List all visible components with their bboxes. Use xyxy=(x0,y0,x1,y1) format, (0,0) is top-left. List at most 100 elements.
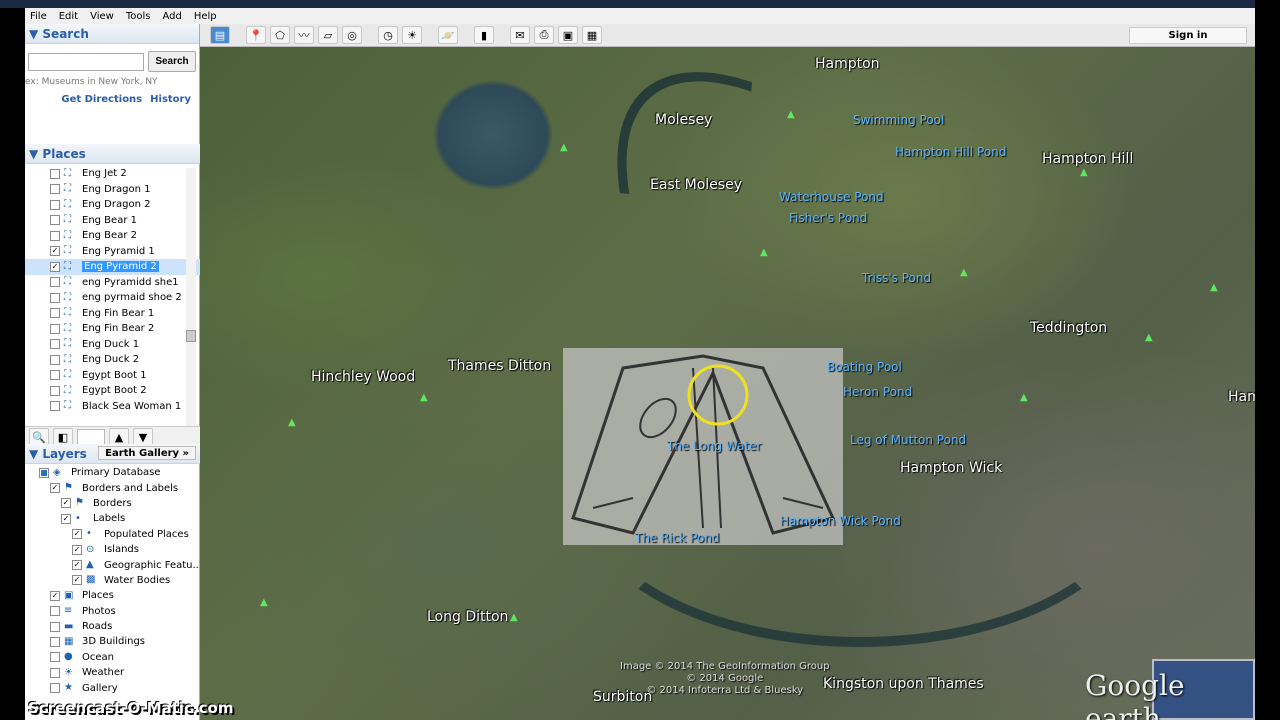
checkbox[interactable] xyxy=(50,636,60,647)
menu-add[interactable]: Add xyxy=(162,11,181,22)
park-icon[interactable]: ▲ xyxy=(1210,282,1218,293)
layer-item[interactable]: ✓ ⚑ Borders and Labels xyxy=(25,480,200,495)
water-label[interactable]: Leg of Mutton Pond xyxy=(850,433,966,447)
checkbox[interactable]: ✓ xyxy=(50,483,60,494)
search-panel-header[interactable]: ▼ Search xyxy=(25,24,199,44)
town-label[interactable]: Thames Ditton xyxy=(448,358,551,374)
park-icon[interactable]: ▲ xyxy=(787,109,795,120)
place-item[interactable]: ⛶ Eng Bear 1 xyxy=(25,213,200,229)
places-scrollbar-thumb[interactable] xyxy=(186,330,196,342)
layer-item[interactable]: ≡ Photos xyxy=(25,604,200,619)
layer-item[interactable]: ● Ocean xyxy=(25,650,200,665)
checkbox[interactable]: ✓ xyxy=(50,590,60,601)
layer-item[interactable]: ✓ • Labels xyxy=(25,511,200,526)
park-icon[interactable]: ▲ xyxy=(420,392,428,403)
checkbox[interactable] xyxy=(50,184,60,195)
place-item[interactable]: ⛶ Eng Duck 2 xyxy=(25,352,200,368)
place-item[interactable]: ⛶ Eng Dragon 2 xyxy=(25,197,200,213)
park-icon[interactable]: ▲ xyxy=(1145,332,1153,343)
park-icon[interactable]: ▲ xyxy=(1080,167,1088,178)
print-icon[interactable]: ⎙ xyxy=(534,26,554,44)
layer-item[interactable]: ▦ 3D Buildings xyxy=(25,634,200,649)
checkbox[interactable] xyxy=(50,606,60,617)
water-label[interactable]: Hampton Hill Pond xyxy=(895,145,1006,159)
town-label[interactable]: Kingston upon Thames xyxy=(823,676,984,692)
map-view[interactable]: Hampton Molesey East Molesey Hampton Hill Te… xyxy=(200,47,1255,720)
checkbox[interactable] xyxy=(50,215,60,226)
history-link[interactable]: History xyxy=(150,94,191,105)
layer-item[interactable]: ✓ ⚑ Borders xyxy=(25,496,200,511)
place-item[interactable]: ⛶ Eng Dragon 1 xyxy=(25,182,200,198)
layer-item[interactable]: ▬ Roads xyxy=(25,619,200,634)
park-icon[interactable]: ▲ xyxy=(560,142,568,153)
menu-edit[interactable]: Edit xyxy=(59,11,78,22)
checkbox[interactable]: ✓ xyxy=(50,261,60,272)
layer-item[interactable]: ✓ ⊙ Islands xyxy=(25,542,200,557)
search-button[interactable]: Search xyxy=(148,51,196,72)
water-label[interactable]: Boating Pool xyxy=(827,360,902,374)
layer-item[interactable]: ✓ ▣ Places xyxy=(25,588,200,603)
sign-in-button[interactable]: Sign in xyxy=(1129,27,1247,44)
water-label[interactable]: Heron Pond xyxy=(843,385,912,399)
checkbox[interactable] xyxy=(50,667,60,678)
park-icon[interactable]: ▲ xyxy=(288,417,296,428)
checkbox[interactable] xyxy=(50,308,60,319)
sunlight-icon[interactable]: ☀ xyxy=(402,26,422,44)
place-item[interactable]: ✓ ⛶ Eng Pyramid 1 xyxy=(25,244,200,260)
park-icon[interactable]: ▲ xyxy=(510,612,518,623)
place-item[interactable]: ⛶ Eng Fin Bear 1 xyxy=(25,306,200,322)
layer-item[interactable]: ✓ • Populated Places xyxy=(25,527,200,542)
checkbox[interactable]: ✓ xyxy=(61,513,71,524)
checkbox[interactable]: ✓ xyxy=(72,544,82,555)
place-item[interactable]: ⛶ eng Pyramidd she1 xyxy=(25,275,200,291)
park-icon[interactable]: ▲ xyxy=(960,267,968,278)
checkbox[interactable] xyxy=(50,277,60,288)
menu-help[interactable]: Help xyxy=(194,11,217,22)
sidebar-icon[interactable]: ▤ xyxy=(210,26,230,44)
placemark-icon[interactable]: 📍 xyxy=(246,26,266,44)
historical-imagery-icon[interactable]: ◷ xyxy=(378,26,398,44)
layer-item[interactable]: ☀ Weather xyxy=(25,665,200,680)
email-icon[interactable]: ✉ xyxy=(510,26,530,44)
town-label[interactable]: Ham xyxy=(1228,389,1255,405)
town-label[interactable]: Long Ditton xyxy=(427,609,508,625)
town-label[interactable]: Teddington xyxy=(1030,320,1107,336)
tour-icon[interactable]: ◎ xyxy=(342,26,362,44)
checkbox[interactable] xyxy=(50,292,60,303)
planets-icon[interactable]: 🪐 xyxy=(438,26,458,44)
town-label[interactable]: Hampton Wick xyxy=(900,460,1002,476)
place-item[interactable]: ⛶ Egypt Boot 1 xyxy=(25,368,200,384)
checkbox[interactable]: ✓ xyxy=(72,529,82,540)
layer-item[interactable]: ✓ ▲ Geographic Featu... xyxy=(25,557,202,572)
checkbox[interactable] xyxy=(39,467,49,478)
checkbox[interactable]: ✓ xyxy=(72,560,82,571)
checkbox[interactable] xyxy=(50,199,60,210)
place-item[interactable]: ⛶ Black Sea Woman 1 xyxy=(25,399,200,415)
town-label[interactable]: Hampton Hill xyxy=(1042,151,1133,167)
checkbox[interactable] xyxy=(50,230,60,241)
town-label[interactable]: Hampton xyxy=(815,56,880,72)
place-item[interactable]: ⛶ Eng Duck 1 xyxy=(25,337,200,353)
checkbox[interactable]: ✓ xyxy=(61,498,71,509)
water-label[interactable]: Waterhouse Pond xyxy=(779,190,884,204)
place-item[interactable]: ⛶ Egypt Boot 2 xyxy=(25,383,200,399)
park-icon[interactable]: ▲ xyxy=(1020,392,1028,403)
place-item[interactable]: ✓ ⛶ Eng Pyramid 2 xyxy=(25,259,200,275)
place-item[interactable]: ⛶ Eng Bear 2 xyxy=(25,228,200,244)
layer-item[interactable]: ◈ Primary Database xyxy=(25,465,200,480)
water-label[interactable]: The Rick Pond xyxy=(635,531,720,545)
search-input[interactable] xyxy=(28,53,144,71)
checkbox[interactable] xyxy=(50,354,60,365)
checkbox[interactable] xyxy=(50,370,60,381)
checkbox[interactable]: ✓ xyxy=(72,575,82,586)
water-label[interactable]: Swimming Pool xyxy=(853,113,944,127)
path-icon[interactable]: 〰 xyxy=(294,26,314,44)
ruler-icon[interactable]: ▮ xyxy=(474,26,494,44)
town-label[interactable]: Molesey xyxy=(655,112,712,128)
checkbox[interactable] xyxy=(50,401,60,412)
checkbox[interactable] xyxy=(50,385,60,396)
water-label[interactable]: Hampton Wick Pond xyxy=(780,514,901,528)
places-scrollbar[interactable] xyxy=(186,168,196,426)
menu-file[interactable]: File xyxy=(30,11,47,22)
polygon-icon[interactable]: ⬠ xyxy=(270,26,290,44)
